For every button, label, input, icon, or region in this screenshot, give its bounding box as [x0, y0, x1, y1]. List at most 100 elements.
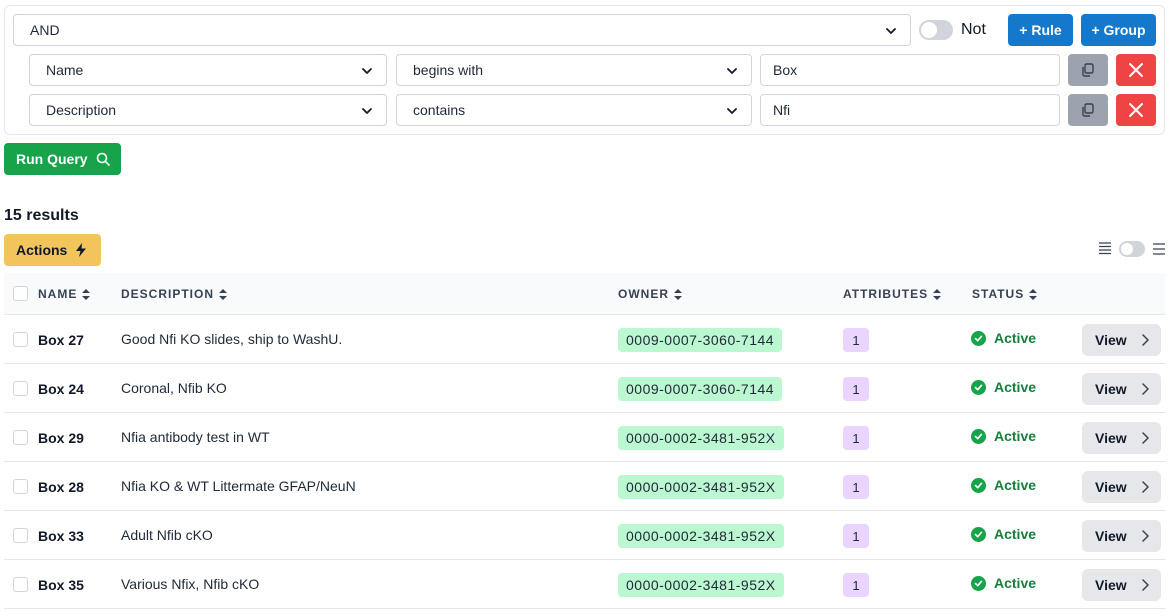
row-checkbox[interactable] — [13, 577, 28, 592]
table-header: NAME DESCRIPTION OWNER ATTRIBUTES STATUS — [4, 273, 1165, 315]
chevron-right-icon — [1141, 579, 1149, 591]
attributes-badge: 1 — [843, 475, 869, 499]
column-header-label: DESCRIPTION — [121, 287, 215, 301]
status-badge: Active — [971, 428, 1036, 444]
status-label: Active — [994, 428, 1037, 444]
column-header-owner[interactable]: OWNER — [618, 287, 682, 301]
row-checkbox[interactable] — [13, 381, 28, 396]
status-badge: Active — [971, 379, 1036, 395]
rule-value-input[interactable]: Nfi — [760, 94, 1060, 126]
rule-field-value: Description — [46, 102, 117, 118]
combinator-value: AND — [30, 22, 60, 38]
owner-badge: 0009-0007-3060-7144 — [618, 328, 783, 352]
rule-operator-value: contains — [413, 102, 466, 118]
view-label: View — [1095, 381, 1127, 397]
column-header-attributes[interactable]: ATTRIBUTES — [843, 287, 942, 301]
rule-operator-select[interactable]: contains — [396, 94, 752, 126]
add-group-button[interactable]: + Group — [1081, 14, 1156, 46]
status-badge: Active — [971, 477, 1036, 493]
column-header-description[interactable]: DESCRIPTION — [121, 287, 228, 301]
sort-icon — [933, 288, 942, 300]
clone-rule-button[interactable] — [1068, 54, 1108, 86]
row-checkbox[interactable] — [13, 332, 28, 347]
row-description: Good Nfi KO slides, ship to WashU. — [121, 331, 343, 347]
check-circle-icon — [971, 428, 986, 444]
remove-rule-button[interactable] — [1116, 94, 1156, 126]
chevron-down-icon — [727, 108, 737, 114]
toggle-knob — [1121, 243, 1133, 255]
column-header-label: OWNER — [618, 287, 669, 301]
table-row: Box 29 Nfia antibody test in WT 0000-000… — [4, 413, 1165, 462]
not-label: Not — [961, 21, 986, 38]
view-label: View — [1095, 332, 1127, 348]
column-header-status[interactable]: STATUS — [972, 287, 1038, 301]
row-description: Various Nfix, Nfib cKO — [121, 576, 260, 592]
owner-badge: 0000-0002-3481-952X — [618, 475, 784, 499]
check-circle-icon — [971, 575, 986, 591]
not-toggle[interactable] — [919, 20, 953, 40]
status-badge: Active — [971, 330, 1036, 346]
rule-field-select[interactable]: Description — [29, 94, 387, 126]
table-row: Box 28 Nfia KO & WT Littermate GFAP/NeuN… — [4, 462, 1165, 511]
chevron-right-icon — [1141, 334, 1149, 346]
view-label: View — [1095, 479, 1127, 495]
rule-operator-select[interactable]: begins with — [396, 54, 752, 86]
rule-field-select[interactable]: Name — [29, 54, 387, 86]
combinator-select[interactable]: AND — [13, 14, 911, 46]
table-row: Box 33 Adult Nfib cKO 0000-0002-3481-952… — [4, 511, 1165, 560]
column-header-name[interactable]: NAME — [38, 287, 91, 301]
row-checkbox[interactable] — [13, 430, 28, 445]
chevron-right-icon — [1141, 530, 1149, 542]
table-row: Box 35 Various Nfix, Nfib cKO 0000-0002-… — [4, 560, 1165, 609]
row-checkbox[interactable] — [13, 528, 28, 543]
row-name: Box 24 — [38, 381, 84, 397]
view-button[interactable]: View — [1082, 422, 1161, 454]
sort-icon — [219, 288, 228, 300]
view-button[interactable]: View — [1082, 520, 1161, 552]
row-description: Nfia KO & WT Littermate GFAP/NeuN — [121, 478, 356, 494]
table-row: Box 27 Good Nfi KO slides, ship to WashU… — [4, 315, 1165, 364]
close-icon — [1129, 63, 1143, 77]
view-density-toggles — [1099, 241, 1165, 257]
chevron-right-icon — [1141, 432, 1149, 444]
compact-list-icon[interactable] — [1099, 242, 1111, 256]
attributes-badge: 1 — [843, 524, 869, 548]
select-all-checkbox[interactable] — [13, 286, 28, 301]
copy-icon — [1082, 63, 1094, 77]
check-circle-icon — [971, 526, 986, 542]
density-toggle[interactable] — [1119, 241, 1145, 257]
remove-rule-button[interactable] — [1116, 54, 1156, 86]
view-label: View — [1095, 528, 1127, 544]
view-label: View — [1095, 577, 1127, 593]
list-icon[interactable] — [1153, 242, 1165, 256]
actions-button[interactable]: Actions — [4, 234, 101, 266]
rule-operator-value: begins with — [413, 62, 484, 78]
row-name: Box 35 — [38, 577, 84, 593]
attributes-badge: 1 — [843, 328, 869, 352]
run-query-button[interactable]: Run Query — [4, 143, 121, 175]
check-circle-icon — [971, 477, 986, 493]
check-circle-icon — [971, 379, 986, 395]
chevron-down-icon — [886, 28, 896, 34]
chevron-down-icon — [362, 68, 372, 74]
row-description: Nfia antibody test in WT — [121, 429, 270, 445]
rule-value-input[interactable]: Box — [760, 54, 1060, 86]
close-icon — [1129, 103, 1143, 117]
row-name: Box 28 — [38, 479, 84, 495]
row-checkbox[interactable] — [13, 479, 28, 494]
view-button[interactable]: View — [1082, 324, 1161, 356]
add-rule-button[interactable]: + Rule — [1008, 14, 1073, 46]
rule-field-value: Name — [46, 62, 84, 78]
column-header-label: ATTRIBUTES — [843, 287, 929, 301]
bolt-icon — [76, 243, 87, 257]
sort-icon — [1029, 288, 1038, 300]
status-label: Active — [994, 575, 1037, 591]
owner-badge: 0009-0007-3060-7144 — [618, 377, 783, 401]
clone-rule-button[interactable] — [1068, 94, 1108, 126]
sort-icon — [674, 288, 682, 300]
check-circle-icon — [971, 330, 986, 346]
view-button[interactable]: View — [1082, 569, 1161, 601]
view-button[interactable]: View — [1082, 373, 1161, 405]
view-button[interactable]: View — [1082, 471, 1161, 503]
chevron-down-icon — [727, 68, 737, 74]
